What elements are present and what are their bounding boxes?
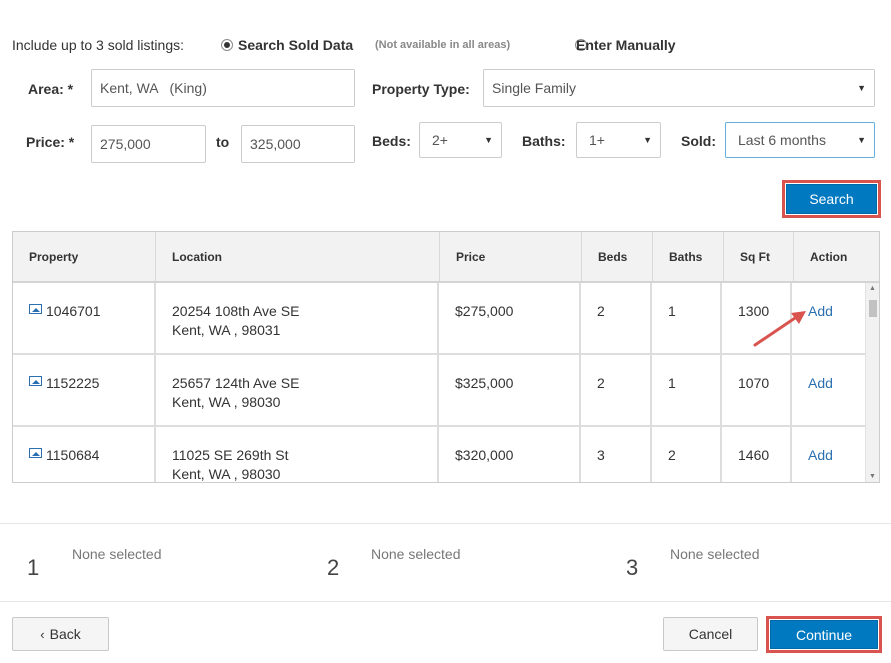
selection-number: 3	[626, 555, 639, 580]
price-label: Price: *	[26, 134, 75, 150]
table-header: Property Location Price Beds Baths Sq Ft…	[13, 232, 879, 283]
selection-number: 1	[27, 555, 40, 580]
sqft-cell: 1460	[722, 427, 792, 482]
scroll-thumb[interactable]	[869, 300, 877, 317]
photo-icon[interactable]	[29, 448, 42, 458]
selection-status: None selected	[670, 546, 760, 562]
header-property: Property	[13, 232, 156, 281]
chevron-left-icon: ‹	[40, 626, 45, 642]
location-cell: 20254 108th Ave SE Kent, WA , 98031	[156, 283, 439, 353]
table-row: 1046701 20254 108th Ave SE Kent, WA , 98…	[13, 283, 865, 355]
sold-label: Sold:	[681, 133, 716, 149]
price-min-input[interactable]: 275,000	[91, 125, 206, 163]
beds-cell: 2	[581, 355, 652, 425]
chevron-down-icon: ▼	[643, 135, 652, 145]
area-input-value: Kent, WA (King)	[100, 80, 207, 96]
sqft-cell: 1070	[722, 355, 792, 425]
city-line: Kent, WA , 98030	[172, 466, 281, 482]
baths-cell: 1	[652, 355, 722, 425]
sold-select[interactable]: Last 6 months ▼	[725, 122, 875, 158]
table-row: 1152225 25657 124th Ave SE Kent, WA , 98…	[13, 355, 865, 427]
selection-status: None selected	[72, 546, 162, 562]
price-to-label: to	[216, 134, 230, 150]
price-cell: $275,000	[439, 283, 581, 353]
photo-icon[interactable]	[29, 376, 42, 386]
beds-select[interactable]: 2+ ▼	[419, 122, 502, 158]
property-type-value: Single Family	[492, 80, 577, 96]
search-button[interactable]: Search	[786, 184, 877, 214]
results-table: Property Location Price Beds Baths Sq Ft…	[12, 231, 880, 483]
search-sold-data-label[interactable]: Search Sold Data	[238, 37, 353, 53]
availability-note: (Not available in all areas)	[375, 39, 511, 51]
cancel-button[interactable]: Cancel	[663, 617, 758, 651]
action-cell: Add	[792, 355, 865, 425]
scroll-down-icon[interactable]: ▼	[869, 473, 876, 480]
chevron-down-icon: ▼	[484, 135, 493, 145]
sold-value: Last 6 months	[738, 132, 826, 148]
annotation-arrow-icon	[753, 311, 806, 347]
baths-cell: 2	[652, 427, 722, 482]
price-cell: $325,000	[439, 355, 581, 425]
header-price: Price	[440, 232, 582, 281]
search-sold-data-radio[interactable]	[221, 39, 233, 51]
divider	[0, 523, 891, 524]
photo-icon[interactable]	[29, 304, 42, 314]
table-scrollbar[interactable]: ▲ ▼	[865, 283, 879, 482]
property-type-label: Property Type:	[372, 81, 470, 97]
baths-value: 1+	[589, 132, 605, 148]
action-cell: Add	[792, 427, 865, 482]
header-beds: Beds	[582, 232, 653, 281]
address-line: 25657 124th Ave SE	[172, 375, 300, 391]
continue-button[interactable]: Continue	[770, 620, 878, 649]
baths-select[interactable]: 1+ ▼	[576, 122, 661, 158]
price-max-input[interactable]: 325,000	[241, 125, 355, 163]
header-baths: Baths	[653, 232, 724, 281]
address-line: 20254 108th Ave SE	[172, 303, 300, 319]
selection-number: 2	[327, 555, 340, 580]
city-line: Kent, WA , 98030	[172, 394, 281, 410]
property-id: 1150684	[46, 447, 100, 463]
property-id: 1152225	[46, 375, 100, 391]
back-button[interactable]: ‹ Back	[12, 617, 109, 651]
add-link[interactable]: Add	[808, 447, 833, 463]
baths-label: Baths:	[522, 133, 566, 149]
beds-cell: 3	[581, 427, 652, 482]
price-max-value: 325,000	[250, 136, 301, 152]
chevron-down-icon: ▼	[857, 83, 866, 93]
area-input[interactable]: Kent, WA (King)	[91, 69, 355, 107]
chevron-down-icon: ▼	[857, 135, 866, 145]
price-min-value: 275,000	[100, 136, 151, 152]
table-row: 1150684 11025 SE 269th St Kent, WA , 980…	[13, 427, 865, 482]
property-cell: 1152225	[13, 355, 156, 425]
property-type-select[interactable]: Single Family ▼	[483, 69, 875, 107]
property-cell: 1150684	[13, 427, 156, 482]
property-id: 1046701	[46, 303, 101, 319]
include-listings-label: Include up to 3 sold listings:	[12, 37, 184, 53]
divider	[0, 601, 891, 602]
enter-manually-label[interactable]: Enter Manually	[576, 37, 676, 53]
price-cell: $320,000	[439, 427, 581, 482]
property-cell: 1046701	[13, 283, 156, 353]
header-action: Action	[810, 249, 848, 264]
header-sqft: Sq Ft	[724, 232, 794, 281]
back-label: Back	[49, 626, 81, 642]
beds-cell: 2	[581, 283, 652, 353]
city-line: Kent, WA , 98031	[172, 322, 281, 338]
scroll-up-icon[interactable]: ▲	[869, 285, 876, 292]
header-location: Location	[156, 232, 440, 281]
area-label: Area: *	[28, 81, 74, 97]
beds-label: Beds:	[372, 133, 411, 149]
selection-status: None selected	[371, 546, 461, 562]
baths-cell: 1	[652, 283, 722, 353]
location-cell: 25657 124th Ave SE Kent, WA , 98030	[156, 355, 439, 425]
beds-value: 2+	[432, 132, 448, 148]
address-line: 11025 SE 269th St	[172, 447, 289, 463]
add-link[interactable]: Add	[808, 375, 833, 391]
location-cell: 11025 SE 269th St Kent, WA , 98030	[156, 427, 439, 482]
